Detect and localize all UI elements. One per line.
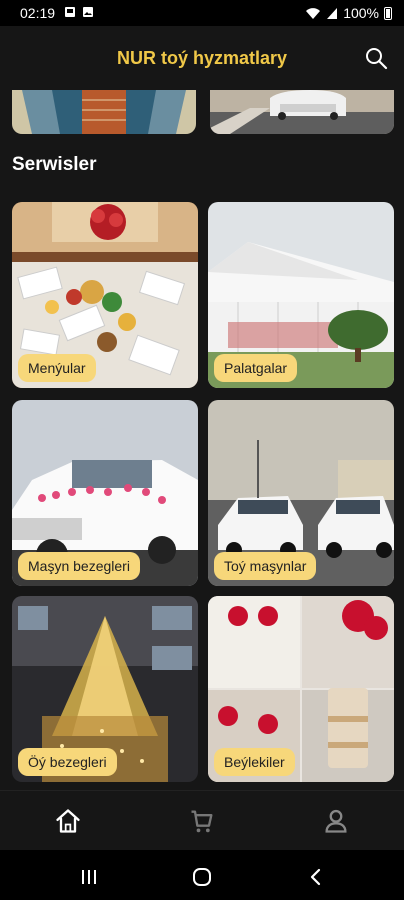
back-icon[interactable] xyxy=(304,865,328,889)
system-navigation-bar xyxy=(0,850,404,900)
service-label: Beýlekiler xyxy=(214,748,295,776)
service-card-wedding-cars[interactable]: Toý maşynlar xyxy=(208,400,394,586)
service-label: Palatgalar xyxy=(214,354,298,382)
carpet-image xyxy=(12,90,196,134)
service-card-home-decor[interactable]: Öý bezegleri xyxy=(12,596,198,782)
profile-icon[interactable] xyxy=(322,807,350,835)
status-time: 02:19 xyxy=(20,5,56,21)
search-icon[interactable] xyxy=(364,46,388,70)
service-card-tents[interactable]: Palatgalar xyxy=(208,202,394,388)
service-card-menu[interactable]: Menýular xyxy=(12,202,198,388)
service-label: Menýular xyxy=(18,354,96,382)
gallery-icon xyxy=(83,7,93,17)
app-title: NUR toý hyzmatlary xyxy=(116,48,288,68)
top-card-image-1[interactable] xyxy=(12,90,196,134)
home-icon[interactable] xyxy=(54,807,82,835)
home-button-icon[interactable] xyxy=(190,865,214,889)
top-card-image-2[interactable] xyxy=(210,90,394,134)
bottom-navigation xyxy=(0,790,404,850)
service-card-car-decor[interactable]: Maşyn bezegleri xyxy=(12,400,198,586)
recent-apps-icon[interactable] xyxy=(77,865,101,889)
app-bar: NUR toý hyzmatlary xyxy=(0,26,404,90)
wifi-icon xyxy=(306,8,321,19)
status-right: 100% xyxy=(305,5,392,21)
service-label: Öý bezegleri xyxy=(18,748,117,776)
cart-icon[interactable] xyxy=(188,807,216,835)
service-label: Toý maşynlar xyxy=(214,552,317,580)
status-notification-icons xyxy=(64,6,94,18)
notification-icon xyxy=(65,7,75,17)
status-bar: 02:19 100% xyxy=(0,0,404,26)
section-title: Serwisler xyxy=(12,154,97,175)
battery-percent: 100% xyxy=(343,5,379,21)
car-image xyxy=(210,90,394,134)
main-content: Serwisler Menýular Palatgalar Maşyn beze… xyxy=(0,90,404,790)
service-card-others[interactable]: Beýlekiler xyxy=(208,596,394,782)
service-label: Maşyn bezegleri xyxy=(18,552,140,580)
battery-icon xyxy=(384,6,392,20)
signal-icon xyxy=(327,7,338,19)
